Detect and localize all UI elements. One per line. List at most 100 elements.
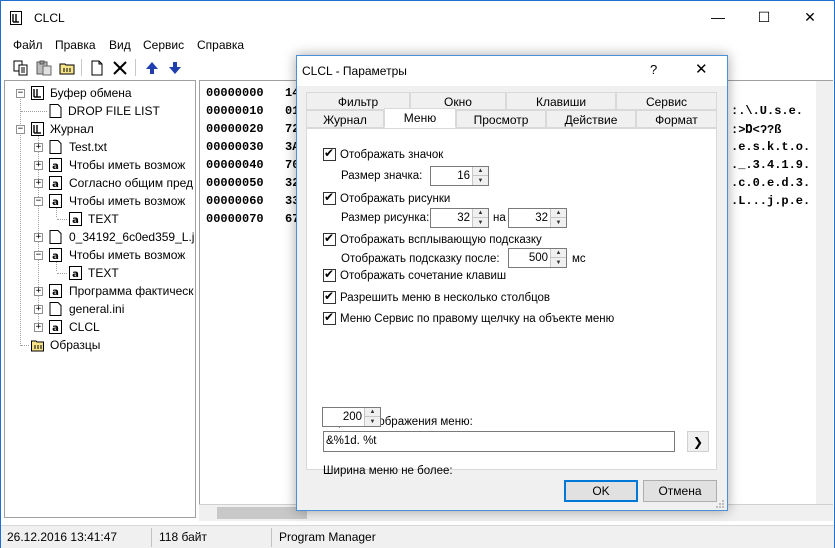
format-insert-button[interactable]: ❯ [687, 431, 709, 452]
spin-up-icon[interactable]: ▲ [551, 209, 566, 218]
tree-node-file-item[interactable]: + general.ini [5, 300, 195, 318]
tools-right-click-checkbox[interactable]: ✔ Меню Сервис по правому щелчку на объек… [323, 311, 614, 325]
tab-format[interactable]: Формат [636, 110, 717, 128]
spin-down-icon[interactable]: ▼ [473, 176, 488, 185]
tree-node-text-item[interactable]: + a CLCL [5, 318, 195, 336]
checkbox[interactable]: ✔ [323, 191, 336, 205]
paste-button[interactable] [34, 58, 54, 78]
spin-down-icon[interactable]: ▼ [473, 218, 488, 227]
tree-label: Программа фактическ [69, 284, 194, 298]
expand-icon[interactable]: + [34, 305, 43, 314]
resize-grip-icon[interactable] [715, 499, 725, 509]
show-hotkeys-checkbox[interactable]: ✔ Отображать сочетание клавиш [323, 268, 506, 282]
checkmark-icon: ✔ [324, 289, 335, 303]
copy-icon [13, 60, 28, 76]
show-images-checkbox[interactable]: ✔ Отображать рисунки [323, 191, 450, 205]
expand-icon[interactable]: + [34, 179, 43, 188]
new-button[interactable] [87, 58, 107, 78]
collapse-icon[interactable]: − [16, 89, 25, 98]
ok-button[interactable]: OK [564, 480, 638, 502]
cancel-button[interactable]: Отмена [643, 480, 717, 502]
tree-node-text-item[interactable]: + a Программа фактическ [5, 282, 195, 300]
hex-ascii: .L...j.p.e. [731, 194, 811, 208]
image-size-label: Размер рисунка: [341, 212, 430, 224]
maximize-button[interactable]: ☐ [741, 1, 787, 33]
tab-journal[interactable]: Журнал [306, 110, 384, 128]
tab-action[interactable]: Действие [546, 110, 636, 128]
checkbox[interactable]: ✔ [323, 268, 336, 282]
tree-node-text-format[interactable]: a TEXT [5, 210, 195, 228]
folder-icon [59, 63, 75, 75]
status-window: Program Manager [279, 530, 376, 544]
collapse-icon[interactable]: − [34, 197, 43, 206]
tree-node-templates[interactable]: Образцы [5, 336, 195, 354]
tree-node-text-format[interactable]: a TEXT [5, 264, 195, 282]
tree-label: Буфер обмена [50, 86, 132, 100]
tab-tools[interactable]: Сервис [616, 92, 717, 110]
menu-width-spinner[interactable]: 200 ▲ ▼ [322, 407, 381, 427]
toolbar-separator [135, 59, 136, 76]
icon-size-spinner[interactable]: 16 ▲ ▼ [430, 166, 489, 186]
tab-view[interactable]: Просмотр [456, 110, 546, 128]
checkbox[interactable]: ✔ [323, 311, 336, 325]
menu-edit[interactable]: Правка [55, 38, 96, 52]
expand-icon[interactable]: + [34, 287, 43, 296]
checkbox[interactable]: ✔ [323, 232, 336, 246]
expand-icon[interactable]: + [34, 161, 43, 170]
show-icon-checkbox[interactable]: ✔ Отображать значок [323, 147, 443, 161]
collapse-icon[interactable]: − [16, 125, 25, 134]
multi-columns-checkbox[interactable]: ✔ Разрешить меню в несколько столбцов [323, 289, 550, 304]
history-tree[interactable]: − Буфер обмена DROP FILE LIST − Журнал +… [4, 80, 196, 518]
tree-node-clipboard[interactable]: − Буфер обмена [5, 84, 195, 102]
help-icon[interactable]: ? [650, 62, 657, 77]
close-button[interactable]: ✕ [787, 1, 833, 33]
tab-hotkeys[interactable]: Клавиши [506, 92, 616, 110]
menu-help[interactable]: Справка [197, 38, 244, 52]
delete-button[interactable] [110, 58, 130, 78]
checkbox[interactable]: ✔ [323, 147, 336, 161]
minimize-button[interactable]: — [695, 1, 741, 33]
expand-icon[interactable]: + [34, 143, 43, 152]
folder-button[interactable] [57, 58, 77, 78]
tree-node-journal[interactable]: − Журнал [5, 120, 195, 138]
expand-icon[interactable]: + [34, 233, 43, 242]
image-width-spinner[interactable]: 32 ▲ ▼ [430, 208, 489, 228]
tree-node-image-item[interactable]: + 0_34192_6c0ed359_L.jpe [5, 228, 195, 246]
spin-down-icon[interactable]: ▼ [365, 417, 380, 426]
title-bar[interactable]: CLCL — ☐ ✕ [1, 1, 834, 35]
collapse-icon[interactable]: − [34, 251, 43, 260]
text-icon: a [49, 176, 62, 190]
checkbox[interactable]: ✔ [323, 289, 336, 304]
spin-up-icon[interactable]: ▲ [473, 167, 488, 176]
scrollbar-thumb[interactable] [217, 507, 307, 519]
menu-view[interactable]: Вид [109, 38, 131, 52]
spin-down-icon[interactable]: ▼ [551, 258, 566, 267]
menu-file[interactable]: Файл [13, 38, 43, 52]
move-up-button[interactable] [142, 58, 162, 78]
file-icon [49, 104, 62, 118]
new-icon [91, 60, 103, 76]
tree-node-text-item[interactable]: − a Чтобы иметь возмож [5, 246, 195, 264]
spin-down-icon[interactable]: ▼ [551, 218, 566, 227]
copy-button[interactable] [11, 58, 31, 78]
tree-node-text-item[interactable]: + a Согласно общим пред [5, 174, 195, 192]
dialog-close-icon[interactable]: ✕ [695, 60, 708, 78]
dialog-title-bar[interactable]: CLCL - Параметры ? ✕ [297, 56, 727, 86]
show-tooltip-checkbox[interactable]: ✔ Отображать всплывающую подсказку [323, 232, 542, 246]
move-down-button[interactable] [165, 58, 185, 78]
image-height-spinner[interactable]: 32 ▲ ▼ [508, 208, 567, 228]
spin-up-icon[interactable]: ▲ [365, 408, 380, 417]
tree-node-drop-file-list[interactable]: DROP FILE LIST [5, 102, 195, 120]
format-input[interactable]: &%1d. %t [323, 431, 675, 452]
tree-node-text-item[interactable]: + a Чтобы иметь возмож [5, 156, 195, 174]
vertical-scrollbar[interactable] [816, 81, 833, 504]
tab-menu[interactable]: Меню [384, 108, 456, 128]
spin-up-icon[interactable]: ▲ [551, 249, 566, 258]
tooltip-delay-spinner[interactable]: 500 ▲ ▼ [508, 248, 567, 268]
svg-text:a: a [52, 287, 59, 298]
expand-icon[interactable]: + [34, 323, 43, 332]
tree-node-text-item[interactable]: − a Чтобы иметь возмож [5, 192, 195, 210]
spin-up-icon[interactable]: ▲ [473, 209, 488, 218]
menu-tools[interactable]: Сервис [143, 38, 184, 52]
tree-node-test-txt[interactable]: + Test.txt [5, 138, 195, 156]
